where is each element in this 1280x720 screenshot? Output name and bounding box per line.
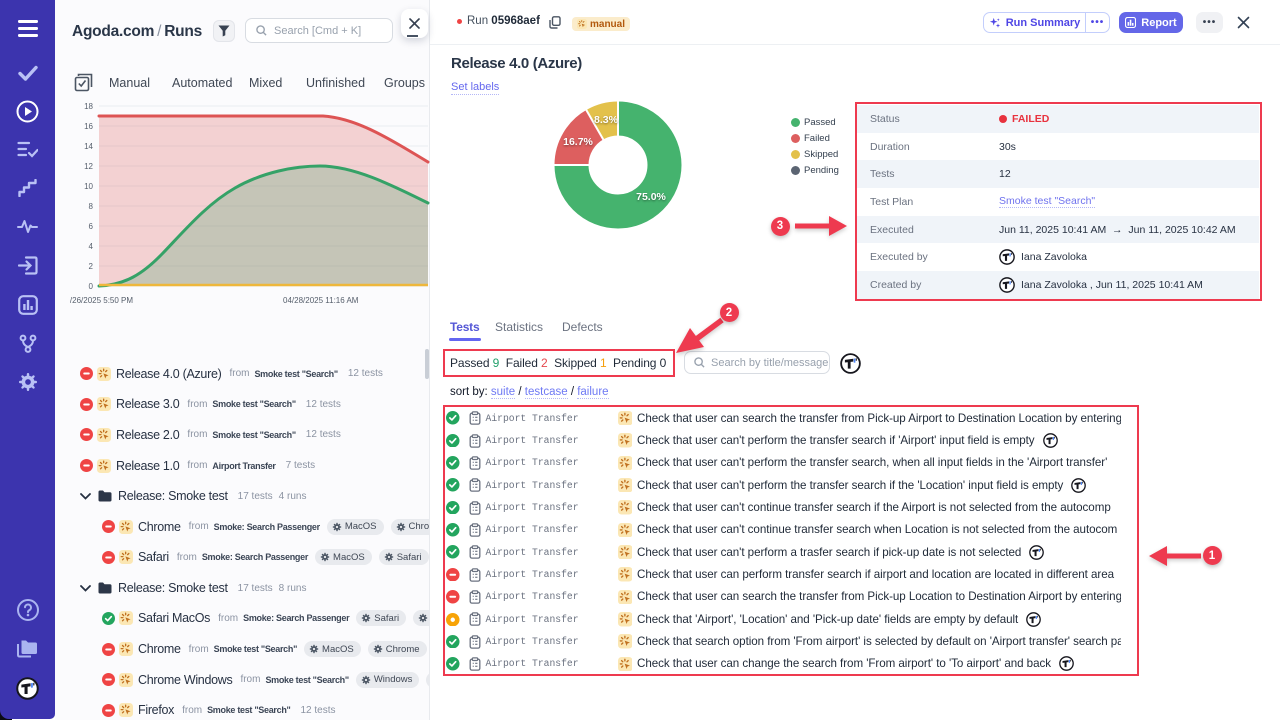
svg-text:8.3%: 8.3% [594, 114, 619, 126]
svg-text:16.7%: 16.7% [563, 136, 593, 148]
svg-text:75.0%: 75.0% [636, 191, 666, 203]
